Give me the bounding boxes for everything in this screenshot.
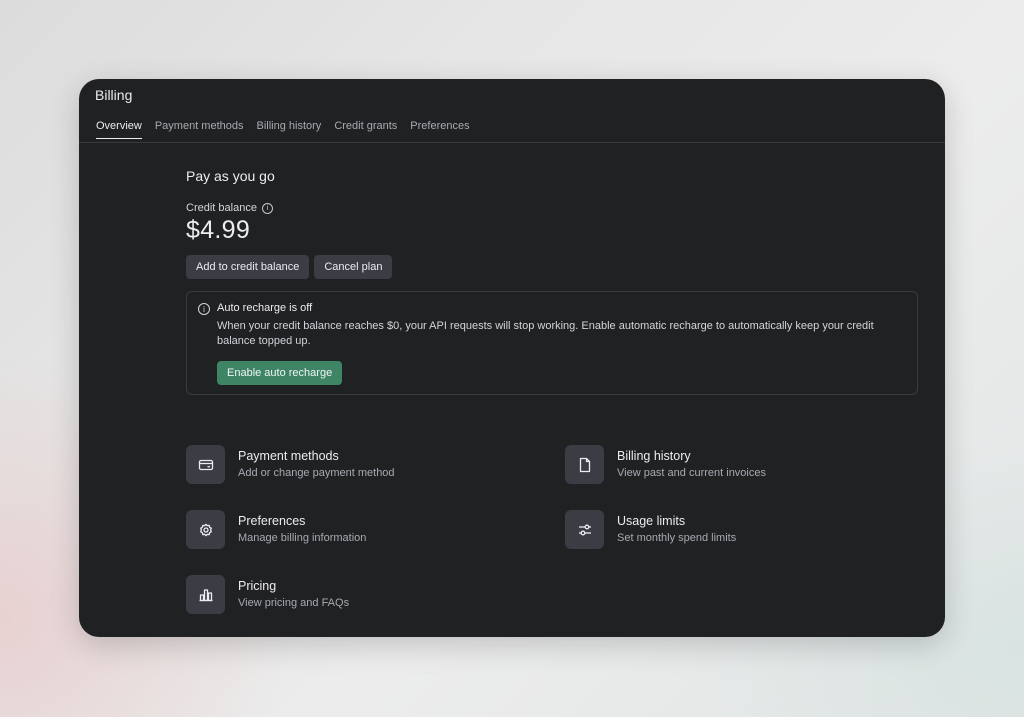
card-subtitle: Add or change payment method: [238, 467, 395, 479]
info-circle-icon: i: [198, 303, 210, 315]
document-icon: [565, 445, 604, 484]
card-title: Pricing: [238, 579, 277, 593]
card-title: Usage limits: [617, 514, 686, 528]
enable-auto-recharge-button[interactable]: Enable auto recharge: [217, 361, 343, 385]
tab-divider: [79, 142, 945, 143]
credit-balance-label-text: Credit balance: [186, 202, 257, 214]
auto-recharge-alert: i Auto recharge is off When your credit …: [186, 291, 918, 395]
credit-balance-label: Credit balance i: [186, 202, 918, 214]
tab-bar: Overview Payment methods Billing history…: [96, 120, 483, 139]
card-subtitle: View past and current invoices: [617, 467, 766, 479]
plan-title: Pay as you go: [186, 168, 275, 184]
overview-content: Pay as you go Credit balance i $4.99 Add…: [186, 168, 918, 395]
card-title: Payment methods: [238, 449, 339, 463]
card-title: Preferences: [238, 514, 306, 528]
add-credit-button[interactable]: Add to credit balance: [186, 255, 310, 279]
sliders-icon: [565, 510, 604, 549]
billing-window: Billing Overview Payment methods Billing…: [79, 79, 945, 637]
cancel-plan-button[interactable]: Cancel plan: [314, 255, 393, 279]
info-icon[interactable]: i: [261, 202, 273, 214]
card-title: Billing history: [617, 449, 691, 463]
alert-title: Auto recharge is off: [217, 302, 313, 314]
card-usage-limits[interactable]: Usage limits Set monthly spend limits: [565, 510, 736, 549]
card-subtitle: Set monthly spend limits: [617, 532, 737, 544]
tab-payment-methods[interactable]: Payment methods: [155, 120, 244, 139]
card-subtitle: Manage billing information: [238, 532, 367, 544]
card-preferences[interactable]: Preferences Manage billing information: [186, 510, 366, 549]
bar-chart-icon: [186, 575, 225, 614]
card-subtitle: View pricing and FAQs: [238, 597, 350, 609]
tab-billing-history[interactable]: Billing history: [257, 120, 322, 139]
credit-card-icon: [186, 445, 225, 484]
card-billing-history[interactable]: Billing history View past and current in…: [565, 445, 766, 484]
tab-preferences[interactable]: Preferences: [410, 120, 469, 139]
card-payment-methods[interactable]: Payment methods Add or change payment me…: [186, 445, 395, 484]
tab-credit-grants[interactable]: Credit grants: [334, 120, 397, 139]
page-title: Billing: [95, 87, 133, 103]
card-pricing[interactable]: Pricing View pricing and FAQs: [186, 575, 349, 614]
plan-actions: Add to credit balance Cancel plan: [186, 255, 918, 279]
alert-body: When your credit balance reaches $0, you…: [217, 320, 874, 347]
credit-balance-value: $4.99: [186, 216, 251, 244]
gear-icon: [186, 510, 225, 549]
tab-overview[interactable]: Overview: [96, 120, 142, 139]
